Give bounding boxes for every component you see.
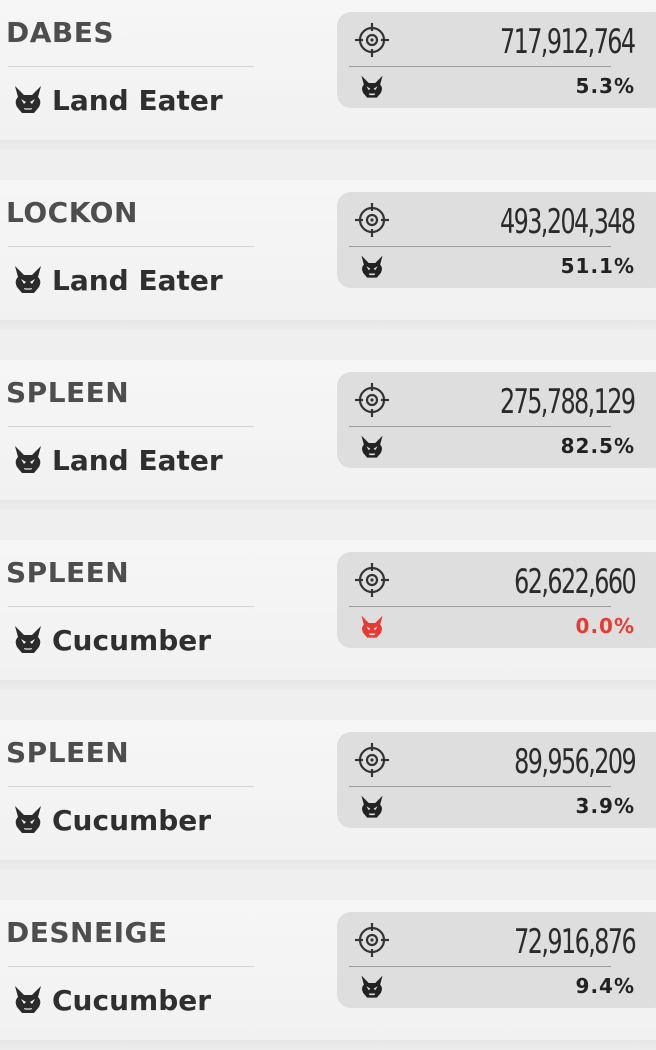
boss-name: Land Eater xyxy=(52,263,223,297)
divider xyxy=(8,966,254,967)
demon-skull-icon xyxy=(359,974,385,1000)
player-name: DESNEIGE xyxy=(6,916,168,949)
damage-log-list: DABES Land Eater 717,912,764 5.3% LOCKON… xyxy=(0,0,656,1050)
percent-value: 51.1% xyxy=(560,254,635,278)
player-name: SPLEEN xyxy=(6,376,130,409)
damage-log-entry[interactable]: SPLEEN Land Eater 275,788,129 82.5% xyxy=(0,360,656,510)
demon-skull-icon xyxy=(359,614,385,640)
damage-value: 72,916,876 xyxy=(514,922,637,962)
demon-skull-icon xyxy=(12,444,44,476)
player-name: DABES xyxy=(6,16,115,49)
divider xyxy=(8,426,254,427)
damage-stat-card: 275,788,129 82.5% xyxy=(337,372,656,468)
percent-value: 9.4% xyxy=(575,974,635,998)
divider xyxy=(8,66,254,67)
player-name: SPLEEN xyxy=(6,556,130,589)
boss-name: Cucumber xyxy=(52,983,212,1017)
damage-value: 493,204,348 xyxy=(500,202,636,242)
divider xyxy=(8,246,254,247)
damage-stat-card: 62,622,660 0.0% xyxy=(337,552,656,648)
percent-value: 82.5% xyxy=(560,434,635,458)
damage-stat-card: 493,204,348 51.1% xyxy=(337,192,656,288)
damage-value: 62,622,660 xyxy=(514,562,637,602)
damage-stat-card: 717,912,764 5.3% xyxy=(337,12,656,108)
player-name: SPLEEN xyxy=(6,736,130,769)
demon-skull-icon xyxy=(12,804,44,836)
damage-log-entry[interactable]: DABES Land Eater 717,912,764 5.3% xyxy=(0,0,656,150)
divider xyxy=(349,966,611,967)
crosshair-target-icon xyxy=(354,742,390,778)
damage-value: 717,912,764 xyxy=(500,22,636,62)
damage-log-entry[interactable]: SPLEEN Cucumber xyxy=(0,720,656,870)
demon-skull-icon xyxy=(359,794,385,820)
divider xyxy=(349,246,611,247)
percent-value: 0.0% xyxy=(575,614,635,638)
damage-log-entry[interactable]: DESNEIGE Cucumber 72,916,876 9.4% xyxy=(0,900,656,1050)
demon-skull-icon xyxy=(359,254,385,280)
damage-value: 89,956,209 xyxy=(514,742,637,782)
demon-skull-icon xyxy=(12,264,44,296)
boss-label: Cucumber xyxy=(12,620,211,660)
crosshair-target-icon xyxy=(354,562,390,598)
demon-skull-icon xyxy=(359,434,385,460)
divider xyxy=(349,66,611,67)
damage-value: 275,788,129 xyxy=(500,382,636,422)
percent-value: 3.9% xyxy=(575,794,635,818)
divider xyxy=(349,426,611,427)
boss-name: Land Eater xyxy=(52,83,223,117)
crosshair-target-icon xyxy=(354,22,390,58)
crosshair-target-icon xyxy=(354,202,390,238)
player-name: LOCKON xyxy=(6,196,138,229)
boss-name: Cucumber xyxy=(52,803,212,837)
demon-skull-icon xyxy=(12,624,44,656)
boss-label: Cucumber xyxy=(12,980,211,1020)
demon-skull-icon xyxy=(12,84,44,116)
divider xyxy=(8,606,254,607)
boss-label: Cucumber xyxy=(12,800,211,840)
percent-value: 5.3% xyxy=(575,74,635,98)
boss-name: Cucumber xyxy=(52,623,212,657)
divider xyxy=(349,606,611,607)
boss-label: Land Eater xyxy=(12,440,223,480)
divider xyxy=(8,786,254,787)
demon-skull-icon xyxy=(359,74,385,100)
damage-stat-card: 89,956,209 3.9% xyxy=(337,732,656,828)
damage-log-entry[interactable]: LOCKON Land Eater 493,204,348 51.1% xyxy=(0,180,656,330)
divider xyxy=(349,786,611,787)
demon-skull-icon xyxy=(12,984,44,1016)
boss-label: Land Eater xyxy=(12,260,223,300)
boss-name: Land Eater xyxy=(52,443,223,477)
crosshair-target-icon xyxy=(354,922,390,958)
boss-label: Land Eater xyxy=(12,80,223,120)
damage-stat-card: 72,916,876 9.4% xyxy=(337,912,656,1008)
damage-log-entry[interactable]: SPLEEN Cucumber xyxy=(0,540,656,690)
crosshair-target-icon xyxy=(354,382,390,418)
